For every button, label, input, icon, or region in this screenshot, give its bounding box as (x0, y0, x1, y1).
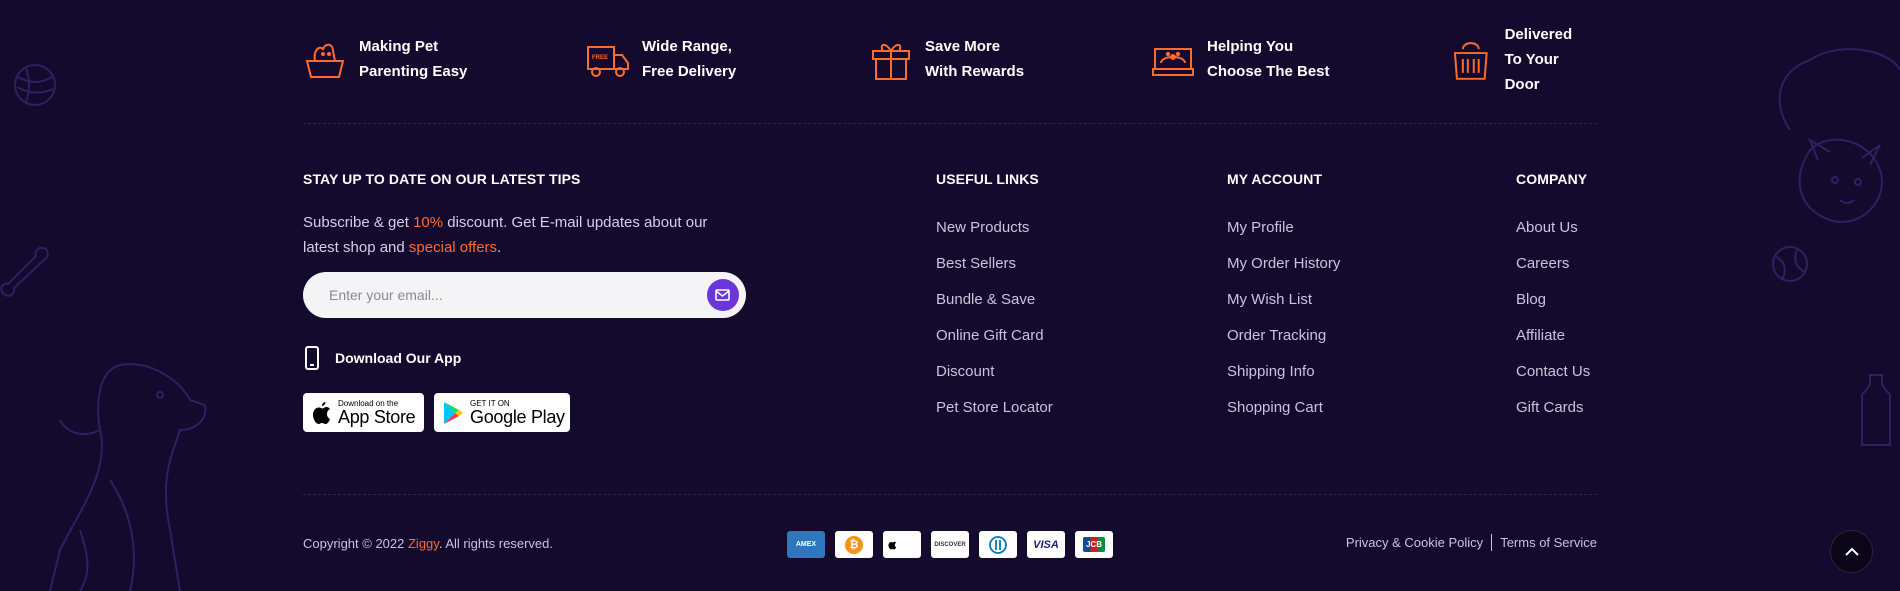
apple-pay-label: Pay (896, 538, 917, 551)
apple-pay-logo-icon (888, 541, 896, 550)
link-pet-store-locator[interactable]: Pet Store Locator (936, 399, 1053, 435)
useful-links-list: New Products Best Sellers Bundle & Save … (936, 219, 1053, 435)
bottle-decoration-icon (1861, 374, 1891, 446)
google-play-button[interactable]: GET IT ON Google Play (434, 393, 570, 432)
apple-icon (313, 401, 330, 424)
terms-of-service-link[interactable]: Terms of Service (1500, 535, 1597, 550)
pet-bed-icon (1152, 48, 1194, 76)
legal-links: Privacy & Cookie Policy Terms of Service (1346, 534, 1597, 551)
download-app-label: Download Our App (335, 350, 462, 366)
feature-line-1: Helping You (1207, 38, 1294, 55)
feature-line-1: Making Pet (359, 38, 439, 55)
apple-pay-icon: Pay (883, 531, 921, 558)
delivery-truck-icon: FREE (587, 46, 629, 77)
pet-carrier-icon (1453, 42, 1488, 80)
amex-label: AMEX (795, 541, 817, 548)
feature-pet-parenting: Making Pet Parenting Easy (303, 34, 467, 84)
link-affiliate[interactable]: Affiliate (1516, 327, 1590, 363)
visa-label: VISA (1033, 538, 1059, 551)
link-about-us[interactable]: About Us (1516, 219, 1590, 255)
pet-basket-icon (305, 43, 345, 78)
feature-line-2: Choose The Best (1207, 63, 1330, 80)
divider (303, 123, 1597, 124)
email-input[interactable] (329, 272, 689, 318)
useful-links-title: USEFUL LINKS (936, 171, 1039, 187)
feature-rewards: Save More With Rewards (869, 34, 1024, 84)
feature-line-2: Parenting Easy (359, 63, 468, 80)
newsletter-text-1: Subscribe & get (303, 214, 414, 231)
bitcoin-label: ₿ (845, 535, 863, 554)
feature-delivered: Delivered To Your Door (1449, 26, 1597, 93)
company-list: About Us Careers Blog Affiliate Contact … (1516, 219, 1590, 435)
link-new-products[interactable]: New Products (936, 219, 1053, 255)
discount-highlight: 10% (413, 214, 444, 231)
subscribe-button[interactable] (707, 279, 739, 311)
newsletter-form (303, 272, 746, 318)
truck-badge-label: FREE (592, 55, 608, 61)
back-to-top-button[interactable] (1830, 530, 1873, 573)
yarn-ball-decoration-icon (14, 64, 56, 106)
my-account-title: MY ACCOUNT (1227, 171, 1323, 187)
cat-decoration-icon (1778, 48, 1900, 223)
dog-decoration-icon (49, 363, 207, 591)
features-row: Making Pet Parenting Easy FREE Wide Rang… (303, 26, 1597, 93)
mail-send-icon (715, 289, 730, 301)
google-play-icon (444, 401, 463, 424)
link-shipping-info[interactable]: Shipping Info (1227, 363, 1340, 399)
newsletter-text-3: . (497, 239, 502, 256)
newsletter-title: STAY UP TO DATE ON OUR LATEST TIPS (303, 171, 581, 187)
jcb-label: JCB (1082, 537, 1105, 552)
link-my-order-history[interactable]: My Order History (1227, 255, 1340, 291)
discover-label: DISCOVER (934, 541, 966, 548)
gift-icon (872, 44, 910, 80)
diners-club-logo-icon (989, 535, 1007, 554)
link-order-tracking[interactable]: Order Tracking (1227, 327, 1340, 363)
link-gift-cards[interactable]: Gift Cards (1516, 399, 1590, 435)
link-careers[interactable]: Careers (1516, 255, 1590, 291)
feature-line-1: Delivered (1504, 25, 1573, 43)
payment-methods: AMEX ₿ Pay DISCOVER VISA JCB (787, 531, 1113, 558)
separator (1491, 534, 1493, 551)
copyright-suffix: . All rights reserved. (438, 536, 553, 551)
google-play-big: Google Play (470, 406, 565, 427)
visa-icon: VISA (1027, 531, 1065, 558)
company-title: COMPANY (1516, 171, 1588, 187)
bone-decoration-icon (0, 246, 49, 297)
privacy-policy-link[interactable]: Privacy & Cookie Policy (1346, 535, 1483, 550)
copyright-prefix: Copyright © 2022 (303, 536, 408, 551)
feature-choose-best: Helping You Choose The Best (1151, 34, 1330, 84)
my-account-list: My Profile My Order History My Wish List… (1227, 219, 1340, 435)
feature-line-1: Wide Range, (642, 38, 732, 55)
divider (303, 494, 1597, 495)
feature-line-2: Free Delivery (642, 63, 737, 80)
link-bundle-save[interactable]: Bundle & Save (936, 291, 1053, 327)
bitcoin-icon: ₿ (835, 531, 873, 558)
chevron-up-icon (1844, 547, 1859, 556)
link-discount[interactable]: Discount (936, 363, 1053, 399)
special-offers-link[interactable]: special offers (409, 239, 497, 256)
ball-decoration-icon (1772, 246, 1808, 282)
feature-line-2: With Rewards (925, 63, 1025, 80)
feature-line-2: To Your Door (1504, 50, 1559, 93)
link-shopping-cart[interactable]: Shopping Cart (1227, 399, 1340, 435)
link-online-gift-card[interactable]: Online Gift Card (936, 327, 1053, 363)
app-store-big: App Store (338, 406, 416, 427)
copyright: Copyright © 2022 Ziggy. All rights reser… (303, 536, 553, 551)
link-best-sellers[interactable]: Best Sellers (936, 255, 1053, 291)
link-blog[interactable]: Blog (1516, 291, 1590, 327)
link-contact-us[interactable]: Contact Us (1516, 363, 1590, 399)
link-my-wish-list[interactable]: My Wish List (1227, 291, 1340, 327)
diners-club-icon (979, 531, 1017, 558)
feature-line-1: Save More (925, 38, 1001, 55)
phone-icon (305, 346, 319, 370)
newsletter-description: Subscribe & get 10% discount. Get E-mail… (303, 210, 743, 260)
link-my-profile[interactable]: My Profile (1227, 219, 1340, 255)
download-app-row: Download Our App (303, 346, 461, 370)
amex-icon: AMEX (787, 531, 825, 558)
brand-link[interactable]: Ziggy (408, 536, 439, 551)
app-store-button[interactable]: Download on the App Store (303, 393, 424, 432)
discover-icon: DISCOVER (931, 531, 969, 558)
feature-free-delivery: FREE Wide Range, Free Delivery (586, 34, 736, 84)
jcb-icon: JCB (1075, 531, 1113, 558)
